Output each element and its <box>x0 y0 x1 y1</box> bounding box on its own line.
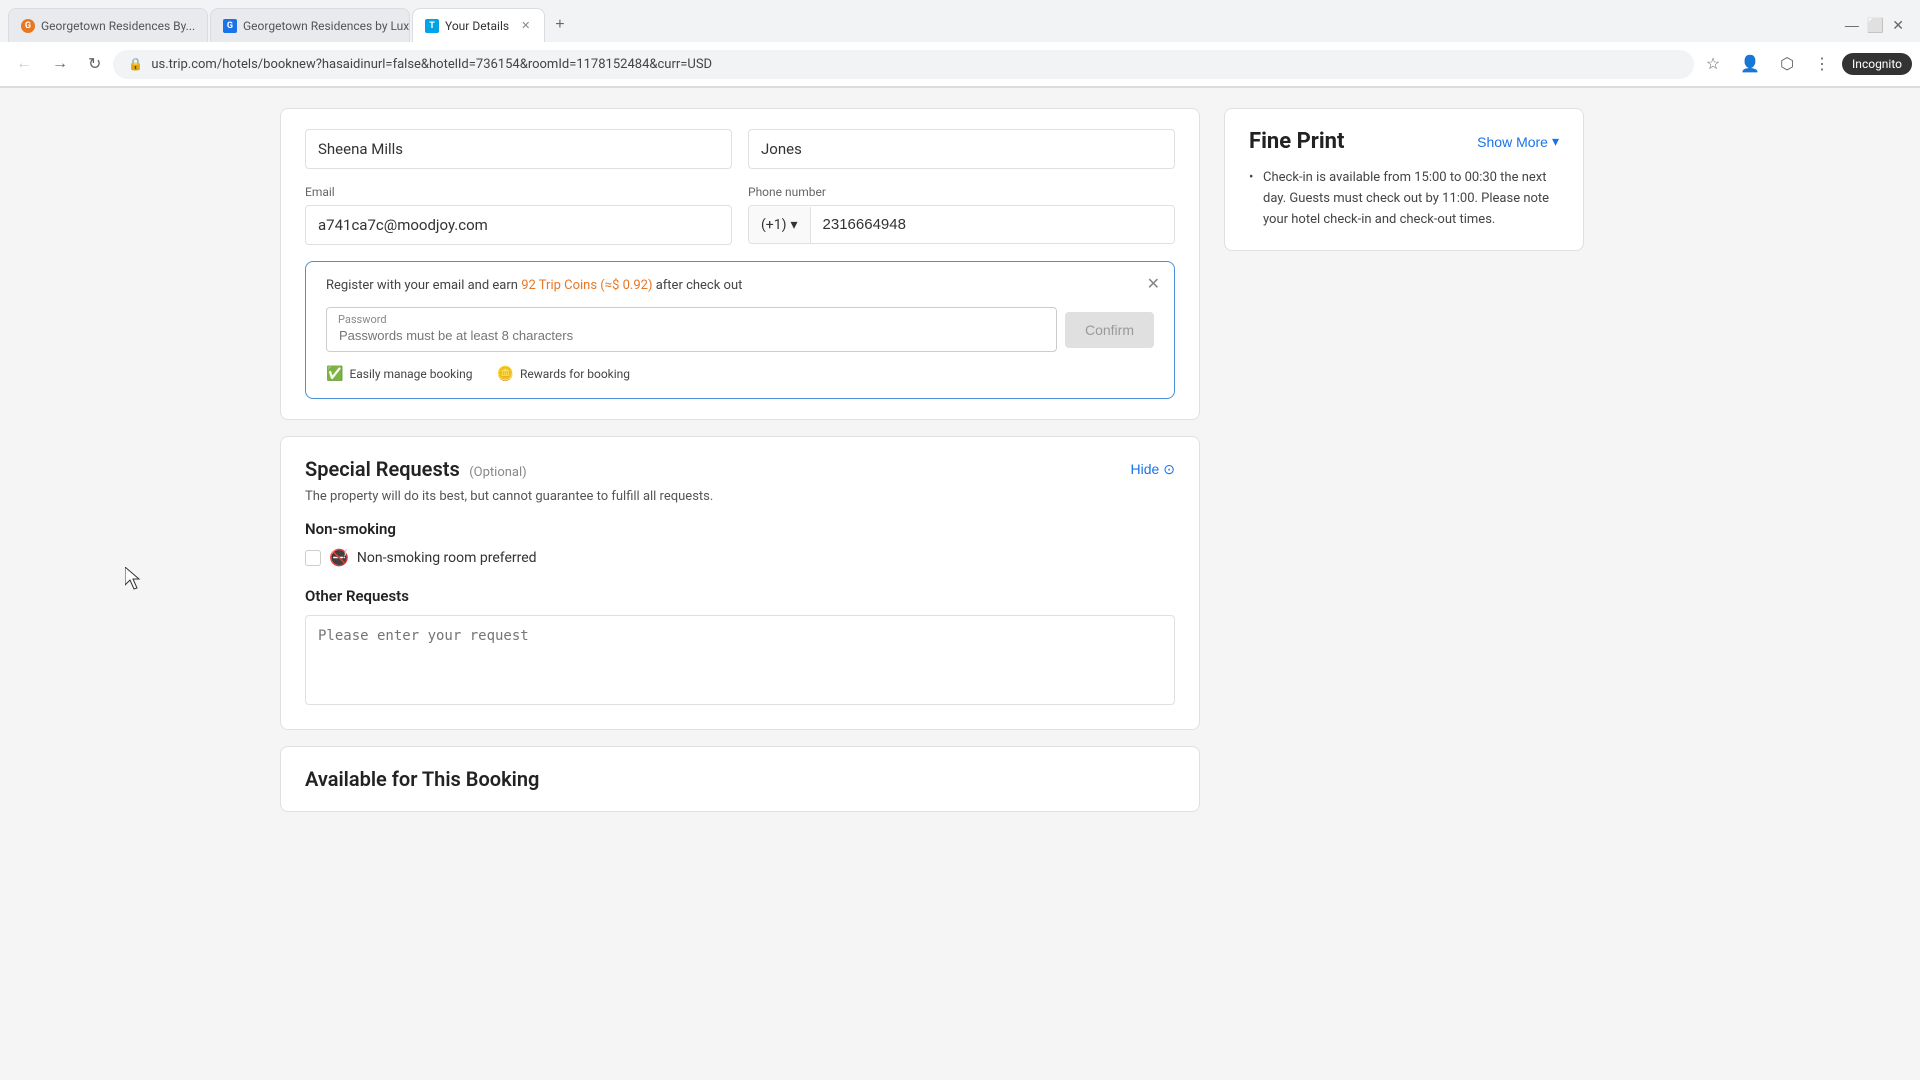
last-name-value: Jones <box>748 129 1175 169</box>
phone-prefix-text: (+1) <box>761 217 786 233</box>
extensions-button[interactable]: ⬡ <box>1772 48 1802 80</box>
available-title: Available for This Booking <box>305 767 1175 791</box>
email-field-container: Email a741ca7c@moodjoy.com <box>305 185 732 245</box>
fine-print-header: Fine Print Show More ▾ <box>1249 129 1559 154</box>
page-content: Sheena Mills Jones Email a741ca7c@moodjo… <box>260 108 1660 828</box>
tab3-favicon: T <box>425 19 439 33</box>
register-text-after: after check out <box>652 278 742 293</box>
main-column: Sheena Mills Jones Email a741ca7c@moodjo… <box>280 108 1200 828</box>
lock-icon: 🔒 <box>128 57 143 71</box>
first-name-field: Sheena Mills <box>305 129 732 169</box>
other-requests-title: Other Requests <box>305 587 1175 605</box>
profile-button[interactable]: 👤 <box>1732 48 1768 80</box>
password-input[interactable] <box>326 307 1057 352</box>
register-close-button[interactable]: ✕ <box>1147 274 1160 294</box>
benefit-1-text: Easily manage booking <box>349 367 472 381</box>
phone-field-container: Phone number (+1) ▾ <box>748 185 1175 245</box>
available-section: Available for This Booking <box>280 746 1200 812</box>
no-smoking-icon: 🚭 <box>329 548 349 567</box>
password-field-wrapper: Password <box>326 307 1057 352</box>
confirm-button[interactable]: Confirm <box>1065 312 1154 348</box>
browser-tab-3[interactable]: T Your Details ✕ <box>412 8 545 42</box>
tab2-label: Georgetown Residences by Lux... <box>243 19 410 33</box>
email-value: a741ca7c@moodjoy.com <box>305 205 732 245</box>
tab1-favicon: G <box>21 19 35 33</box>
manage-booking-icon: ✅ <box>326 366 343 382</box>
reload-button[interactable]: ↻ <box>80 48 109 80</box>
contact-details-card: Sheena Mills Jones Email a741ca7c@moodjo… <box>280 108 1200 420</box>
incognito-badge: Incognito <box>1842 53 1912 75</box>
show-more-button[interactable]: Show More ▾ <box>1477 133 1559 150</box>
url-text: us.trip.com/hotels/booknew?hasaidinurl=f… <box>151 57 1678 72</box>
close-window-button[interactable]: ✕ <box>1892 17 1904 34</box>
benefit-2-text: Rewards for booking <box>520 367 630 381</box>
non-smoking-label: Non-smoking room preferred <box>357 550 537 566</box>
forward-button[interactable]: → <box>44 49 76 79</box>
register-text: Register with your email and earn 92 Tri… <box>326 278 1154 293</box>
non-smoking-title: Non-smoking <box>305 520 1175 538</box>
address-bar[interactable]: 🔒 us.trip.com/hotels/booknew?hasaidinurl… <box>113 50 1693 79</box>
password-floating-label: Password <box>338 313 387 326</box>
browser-tab-1[interactable]: G Georgetown Residences By... ✕ <box>8 8 208 42</box>
other-requests-textarea[interactable] <box>305 615 1175 705</box>
new-tab-button[interactable]: + <box>547 10 572 40</box>
more-button[interactable]: ⋮ <box>1806 48 1838 80</box>
password-row: Password Confirm <box>326 307 1154 352</box>
tab1-close[interactable]: ✕ <box>205 17 208 34</box>
last-name-field: Jones <box>748 129 1175 169</box>
non-smoking-row: 🚭 Non-smoking room preferred <box>305 548 1175 567</box>
benefit-2: 🪙 Rewards for booking <box>497 366 630 382</box>
rewards-icon: 🪙 <box>497 366 514 382</box>
hide-button[interactable]: Hide ⊙ <box>1130 461 1175 478</box>
fine-print-title: Fine Print <box>1249 129 1344 154</box>
phone-input-wrapper: (+1) ▾ <box>748 205 1175 244</box>
phone-label: Phone number <box>748 185 1175 199</box>
benefit-1: ✅ Easily manage booking <box>326 366 473 382</box>
non-smoking-checkbox[interactable] <box>305 550 321 566</box>
first-name-value: Sheena Mills <box>305 129 732 169</box>
tab3-label: Your Details <box>445 19 509 33</box>
tab2-favicon: G <box>223 19 237 33</box>
phone-number-input[interactable] <box>811 206 1174 243</box>
bookmark-button[interactable]: ☆ <box>1698 48 1728 80</box>
tab1-label: Georgetown Residences By... <box>41 19 195 33</box>
chevron-down-icon: ▾ <box>1552 133 1559 150</box>
register-benefits: ✅ Easily manage booking 🪙 Rewards for bo… <box>326 366 1154 382</box>
show-more-label: Show More <box>1477 134 1548 150</box>
phone-dropdown-icon[interactable]: ▾ <box>790 217 797 233</box>
name-row: Sheena Mills Jones <box>305 129 1175 169</box>
special-requests-header: Special Requests (Optional) Hide ⊙ <box>305 457 1175 481</box>
special-requests-card: Special Requests (Optional) Hide ⊙ The p… <box>280 436 1200 730</box>
back-button[interactable]: ← <box>8 49 40 79</box>
browser-chrome: G Georgetown Residences By... ✕ G George… <box>0 0 1920 88</box>
hide-btn-label: Hide <box>1130 461 1159 477</box>
nav-actions: ☆ 👤 ⬡ ⋮ Incognito <box>1698 48 1912 80</box>
register-banner: Register with your email and earn 92 Tri… <box>305 261 1175 399</box>
fine-print-item: Check-in is available from 15:00 to 00:3… <box>1249 168 1559 230</box>
browser-tab-2[interactable]: G Georgetown Residences by Lux... ✕ <box>210 8 410 42</box>
navigation-bar: ← → ↻ 🔒 us.trip.com/hotels/booknew?hasai… <box>0 42 1920 87</box>
sr-title-wrapper: Special Requests (Optional) <box>305 457 527 481</box>
chevron-up-icon: ⊙ <box>1163 461 1175 478</box>
phone-prefix[interactable]: (+1) ▾ <box>749 207 811 243</box>
tab-bar: G Georgetown Residences By... ✕ G George… <box>0 0 1920 42</box>
minimize-button[interactable]: — <box>1845 17 1859 33</box>
email-label: Email <box>305 185 732 199</box>
sr-description: The property will do its best, but canno… <box>305 489 1175 504</box>
trip-coins-text: 92 Trip Coins (≈$ 0.92) <box>521 278 652 293</box>
register-text-before: Register with your email and earn <box>326 278 521 293</box>
maximize-button[interactable]: ⬜ <box>1867 17 1884 34</box>
tab3-close[interactable]: ✕ <box>519 17 532 34</box>
special-requests-optional: (Optional) <box>469 465 526 480</box>
special-requests-title: Special Requests <box>305 457 460 481</box>
right-column: Fine Print Show More ▾ Check-in is avail… <box>1224 108 1584 828</box>
fine-print-card: Fine Print Show More ▾ Check-in is avail… <box>1224 108 1584 251</box>
contact-row: Email a741ca7c@moodjoy.com Phone number … <box>305 185 1175 245</box>
